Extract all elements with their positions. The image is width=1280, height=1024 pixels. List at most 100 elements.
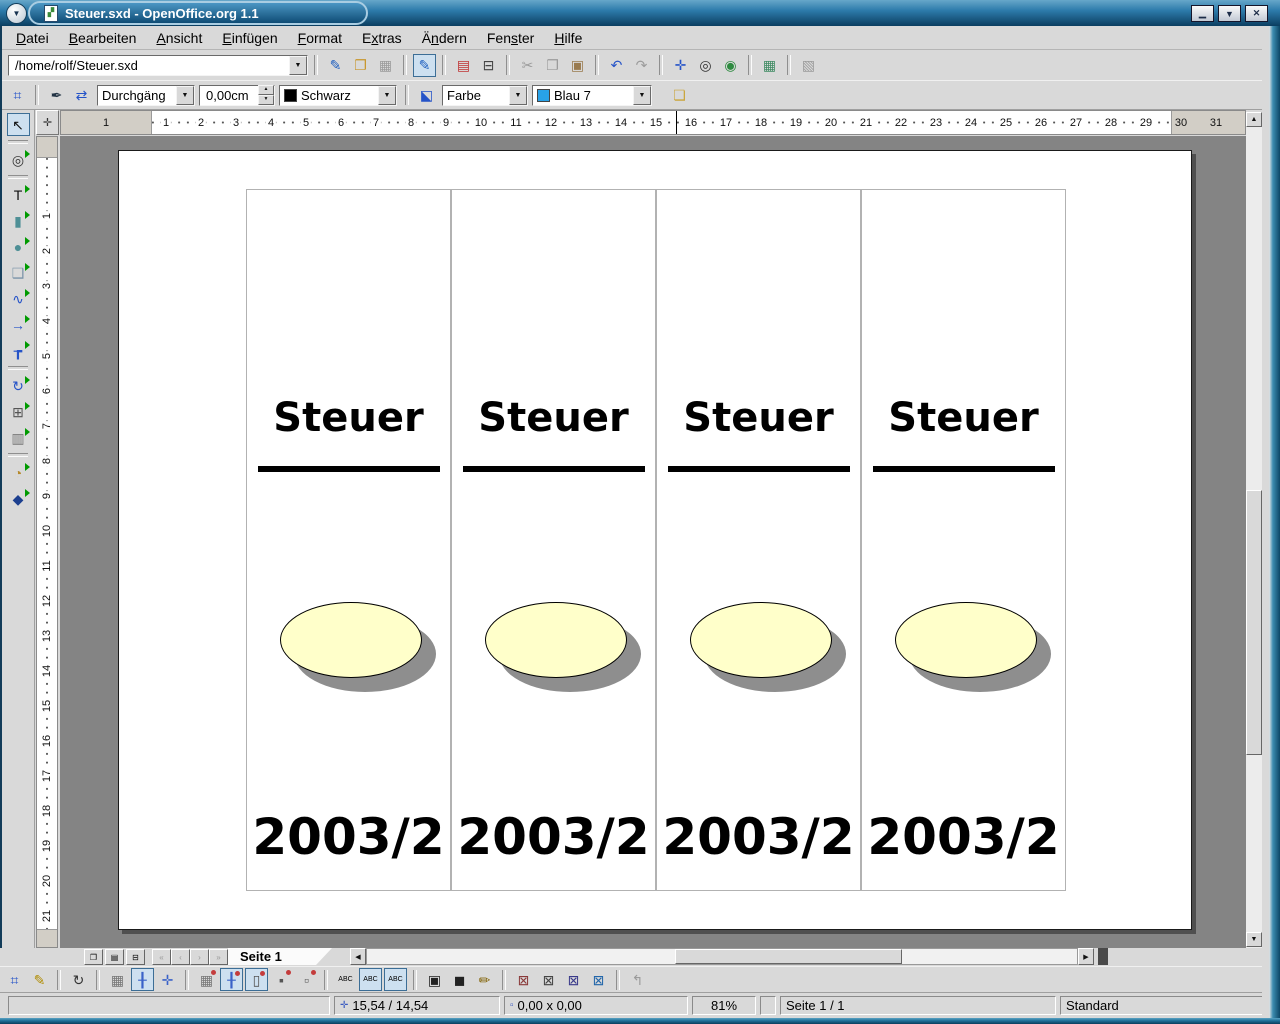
label-underline-shape[interactable] [873, 466, 1055, 472]
menu-format[interactable]: Format [288, 28, 352, 48]
label-underline-shape[interactable] [463, 466, 645, 472]
view-mode-1-button[interactable]: ❐ [84, 949, 103, 965]
menu-hilfe[interactable]: Hilfe [544, 28, 592, 48]
snap-to-page-margins-button[interactable]: ▯ [245, 968, 268, 991]
effects-tool-button[interactable]: ◆ [7, 487, 30, 510]
snap-to-snap-lines-button[interactable]: ╂ [220, 968, 243, 991]
snap-lines-to-front-button[interactable]: ✛ [156, 968, 179, 991]
lines-arrows-tool-button[interactable]: → [7, 313, 30, 336]
line-color-combobox[interactable]: Schwarz ▼ [279, 85, 397, 106]
line-color-dropdown-button[interactable]: ▼ [378, 86, 396, 105]
page-tab-seite-1[interactable]: Seite 1 [228, 948, 332, 965]
snap-to-object-points-button[interactable]: ▫ [295, 968, 318, 991]
fill-type-combobox[interactable]: Farbe ▼ [442, 85, 528, 106]
window-menu-button[interactable]: ▼ [6, 3, 27, 24]
vertical-scrollbar-thumb[interactable] [1246, 490, 1262, 755]
page[interactable]: Steuer2003/2Steuer2003/2Steuer2003/2Steu… [118, 150, 1192, 930]
ellipse-shape[interactable] [895, 602, 1037, 678]
text-placeholder-button[interactable]: ⊠ [562, 968, 585, 991]
close-button[interactable]: ✕ [1245, 5, 1268, 22]
spin-down-button[interactable]: ▼ [258, 95, 274, 105]
menu-bearbeiten[interactable]: Bearbeiten [59, 28, 147, 48]
rectangle-tool-button[interactable]: ▮ [7, 209, 30, 232]
arrow-ends-button[interactable]: ⇄ [70, 84, 93, 107]
edit-points-mode-button[interactable]: ⌗ [3, 968, 26, 991]
fill-color-combobox[interactable]: Blau 7 ▼ [532, 85, 652, 106]
line-contour-only-button[interactable]: ⊠ [587, 968, 610, 991]
picture-placeholder-button[interactable]: ⊠ [512, 968, 535, 991]
vertical-scrollbar[interactable]: ▲ ▼ [1246, 112, 1262, 948]
menu-datei[interactable]: Datei [6, 28, 59, 48]
open-document-button[interactable]: ❐ [349, 54, 372, 77]
line-style-combobox[interactable]: Durchgäng ▼ [97, 85, 195, 106]
rotate-tool-button[interactable]: ↻ [7, 374, 30, 397]
export-as-pdf-button[interactable]: ▤ [452, 54, 475, 77]
alignment-tool-button[interactable]: ⊞ [7, 400, 30, 423]
arrange-tool-button[interactable]: ▥ [7, 426, 30, 449]
zoom-tool-button[interactable]: ◎ [7, 148, 30, 171]
url-dropdown-button[interactable]: ▼ [289, 56, 307, 75]
label-underline-shape[interactable] [258, 466, 440, 472]
label-title-text[interactable]: Steuer [247, 398, 450, 438]
3d-objects-tool-button[interactable]: ❑ [7, 261, 30, 284]
ellipse-tool-button[interactable]: ● [7, 235, 30, 258]
fill-color-dropdown-button[interactable]: ▼ [633, 86, 651, 105]
label-year-text[interactable]: 2003/2 [247, 812, 450, 862]
fill-type-dropdown-button[interactable]: ▼ [509, 86, 527, 105]
scroll-up-button[interactable]: ▲ [1246, 112, 1262, 127]
snap-to-grid-button[interactable]: ▦ [195, 968, 218, 991]
shade-button[interactable]: ▼ [1218, 5, 1241, 22]
url-combobox[interactable]: ▼ [8, 55, 308, 76]
label-underline-shape[interactable] [668, 466, 850, 472]
label-title-text[interactable]: Steuer [657, 398, 860, 438]
minimize-button[interactable]: ▁ [1191, 5, 1214, 22]
ellipse-shape[interactable] [690, 602, 832, 678]
navigator-button[interactable]: ✛ [669, 54, 692, 77]
scroll-right-button[interactable]: ▶ [1078, 948, 1094, 965]
view-mode-2-button[interactable]: ▤ [105, 949, 124, 965]
text-tool-button[interactable]: T [7, 183, 30, 206]
ellipse-shape[interactable] [485, 602, 627, 678]
snap-to-object-frame-button[interactable]: ▪ [270, 968, 293, 991]
ellipse-shape[interactable] [280, 602, 422, 678]
line-width-input[interactable] [204, 87, 256, 104]
label-year-text[interactable]: 2003/2 [862, 812, 1065, 862]
menu-fenster[interactable]: Fenster [477, 28, 544, 48]
print-file-button[interactable]: ⊟ [477, 54, 500, 77]
menu-ansicht[interactable]: Ansicht [146, 28, 212, 48]
menu-extras[interactable]: Extras [352, 28, 412, 48]
select-tool-button[interactable]: ↖ [7, 113, 30, 136]
curve-tool-button[interactable]: ∿ [7, 287, 30, 310]
contour-mode-button[interactable]: ⊠ [537, 968, 560, 991]
shadow-toggle-button[interactable]: ❏ [668, 84, 691, 107]
select-text-area-only-button[interactable]: ABC [359, 968, 382, 991]
undo-button[interactable]: ↶ [605, 54, 628, 77]
double-click-to-edit-text-button[interactable]: ABC [384, 968, 407, 991]
zoom-button[interactable]: ◎ [694, 54, 717, 77]
hyperlink-button[interactable]: ◉ [719, 54, 742, 77]
menu-einfuegen[interactable]: Einfügen [212, 28, 287, 48]
view-mode-3-button[interactable]: ⊟ [126, 949, 145, 965]
scroll-down-button[interactable]: ▼ [1246, 932, 1262, 947]
menu-aendern[interactable]: Ändern [412, 28, 477, 48]
scrollbar-splitter[interactable] [1098, 948, 1108, 965]
insert-object-tool-button[interactable]: ◔ [7, 461, 30, 484]
line-style-dropdown-button[interactable]: ▼ [176, 86, 194, 105]
scroll-left-button[interactable]: ◀ [350, 948, 366, 965]
spin-up-button[interactable]: ▲ [258, 85, 274, 95]
edit-glue-points-button[interactable]: ✎ [28, 968, 51, 991]
status-zoom-cell[interactable]: 81% [692, 996, 756, 1015]
show-snap-lines-button[interactable]: ╂ [131, 968, 154, 991]
label-year-text[interactable]: 2003/2 [452, 812, 655, 862]
simple-handles-button[interactable]: ▣ [423, 968, 446, 991]
label-year-text[interactable]: 2003/2 [657, 812, 860, 862]
edit-points-button[interactable]: ⌗ [6, 84, 29, 107]
connector-tool-button[interactable]: ┲ [7, 339, 30, 362]
title-bar[interactable]: ▼ ▞ Steuer.sxd - OpenOffice.org 1.1 ▁ ▼ … [0, 0, 1280, 26]
fill-style-dialog-button[interactable]: ⬕ [415, 84, 438, 107]
url-input[interactable] [13, 56, 287, 75]
show-grid-button[interactable]: ▦ [106, 968, 129, 991]
horizontal-scrollbar[interactable] [366, 948, 1078, 965]
quick-editing-button[interactable]: ABC [334, 968, 357, 991]
large-handles-button[interactable]: ◼ [448, 968, 471, 991]
